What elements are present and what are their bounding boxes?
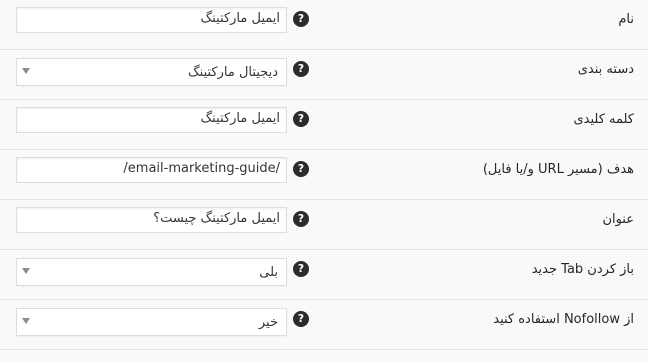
field-label-text: کلمه کلیدی [573,112,634,127]
nofollow-label: از Nofollow استفاده کنید [334,300,634,349]
new-tab-select[interactable]: بلی [16,258,287,286]
field-label-text: از Nofollow استفاده کنید [493,312,634,327]
target-url-label: هدف (مسیر URL و/یا فایل) [334,150,634,199]
keyword-input[interactable]: ایمیل مارکتینگ [16,107,287,133]
field-label-text: دسته بندی [577,62,634,77]
field-label-text: نام [618,12,634,27]
title-input[interactable]: ایمیل مارکتینگ چیست؟ [16,207,287,233]
form-row-new-tab: بلی ? باز کردن Tab جدید [0,250,648,300]
help-icon[interactable]: ? [293,161,309,177]
nofollow-select[interactable]: خیر [16,308,287,336]
help-icon[interactable]: ? [293,61,309,77]
chevron-down-icon [22,318,30,324]
form-row-keyword: ایمیل مارکتینگ ? کلمه کلیدی [0,100,648,150]
chevron-down-icon [22,268,30,274]
new-tab-label: باز کردن Tab جدید [334,250,634,299]
nofollow-select-value: خیر [258,315,278,330]
category-select-value: دیجیتال مارکتینگ [188,65,278,80]
keyword-label: کلمه کلیدی [334,100,634,149]
chevron-down-icon [22,68,30,74]
form-row-title: ایمیل مارکتینگ چیست؟ ? عنوان [0,200,648,250]
help-icon[interactable]: ? [293,261,309,277]
new-tab-select-value: بلی [259,265,278,280]
form-row-category: دیجیتال مارکتینگ ? دسته بندی [0,50,648,100]
form-row-name: ایمیل مارکتینگ ? نام [0,0,648,50]
help-icon[interactable]: ? [293,111,309,127]
field-label-text: عنوان [602,212,634,227]
form-row-nofollow: خیر ? از Nofollow استفاده کنید [0,300,648,350]
category-select[interactable]: دیجیتال مارکتینگ [16,58,287,86]
help-icon[interactable]: ? [293,311,309,327]
form-row-target-url: /email-marketing-guide/ ? هدف (مسیر URL … [0,150,648,200]
category-label: دسته بندی [334,50,634,99]
name-label: نام [334,0,634,49]
field-label-text: هدف (مسیر URL و/یا فایل) [482,162,634,177]
name-input[interactable]: ایمیل مارکتینگ [16,7,287,33]
target-url-input[interactable]: /email-marketing-guide/ [16,157,287,183]
help-icon[interactable]: ? [293,11,309,27]
field-label-text: باز کردن Tab جدید [531,262,634,277]
title-label: عنوان [334,200,634,249]
help-icon[interactable]: ? [293,211,309,227]
